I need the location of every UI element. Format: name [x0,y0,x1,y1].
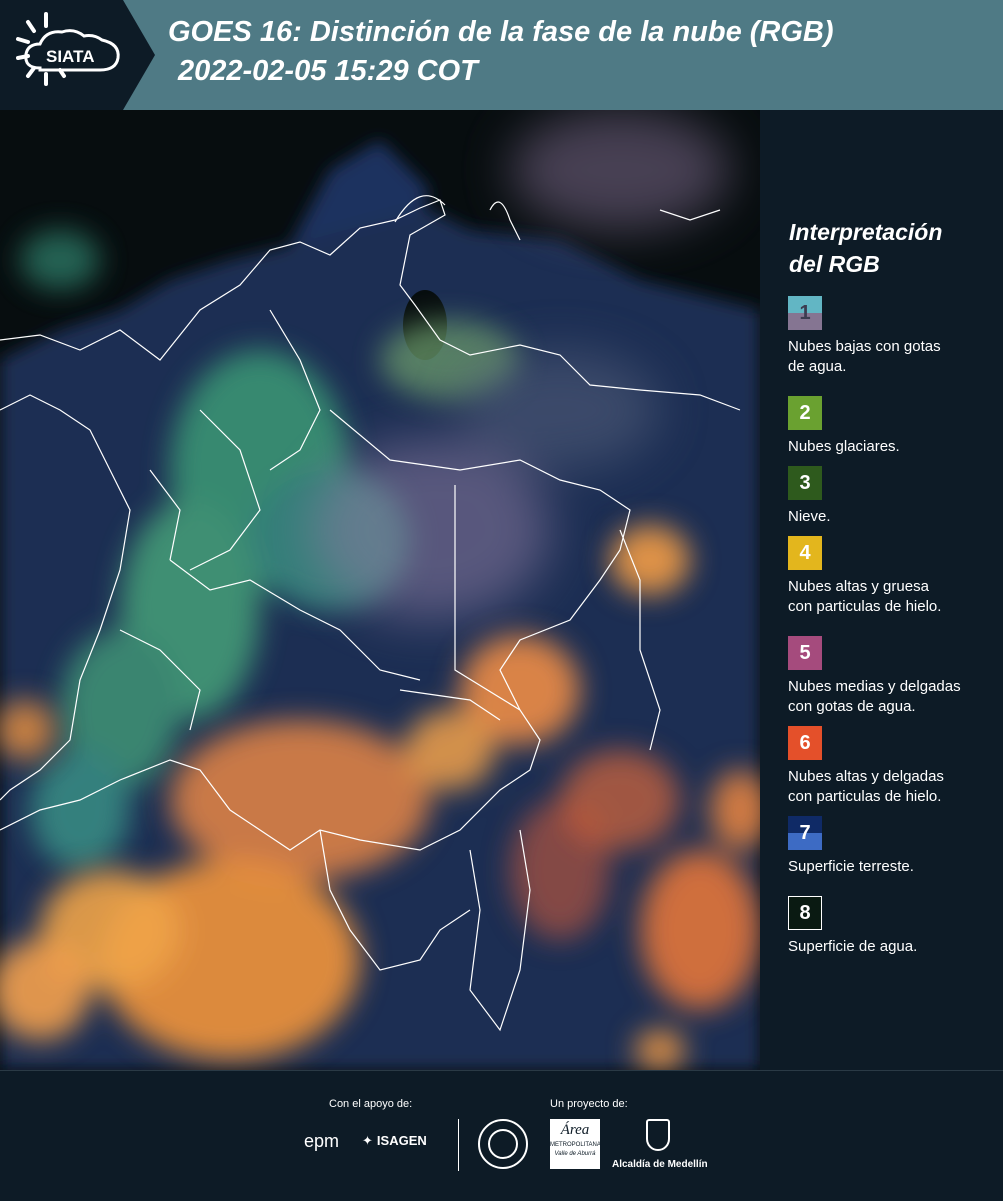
area-logo-line2: METROPOLITANA [550,1142,601,1148]
legend-label-line: Nubes bajas con gotas [788,338,941,355]
legend-item: 5 Nubes medias y delgadas con gotas de agu… [788,636,1002,717]
legend-label: Nubes glaciares. [788,437,1002,457]
legend-label: Superficie de agua. [788,937,1002,957]
legend-label-line: Nubes altas y delgadas [788,768,944,785]
legend-item: 1 Nubes bajas con gotas de agua. [788,296,1002,377]
legend-label: Nubes altas y delgadas con particulas de … [788,767,1002,807]
legend-label-line: Superficie terreste. [788,858,914,875]
alcaldia-shield-icon [646,1119,670,1151]
legend-label-line: con particulas de hielo. [788,788,942,805]
isagen-logo-text: ISAGEN [376,1133,427,1148]
legend-item: 4 Nubes altas y gruesa con particulas de h… [788,536,1002,617]
legend-label-line: con particulas de hielo. [788,598,942,615]
legend-swatch: 8 [788,896,822,930]
footer: Con el apoyo de: Un proyecto de: epm ✦ IS… [0,1070,1003,1201]
legend-number: 3 [799,471,811,494]
legend-label: Superficie terreste. [788,857,1002,877]
legend-item: 8 Superficie de agua. [788,896,1002,957]
legend-number: 8 [799,901,811,924]
legend-label: Nubes bajas con gotas de agua. [788,337,1002,377]
satellite-map [0,110,760,1070]
legend-label-line: Nieve. [788,508,831,525]
legend-number: 1 [799,301,811,324]
legend-title-line2: del RGB [789,251,880,277]
legend-label-line: Superficie de agua. [788,938,918,955]
legend-swatch: 4 [788,536,822,570]
legend-title: Interpretación del RGB [789,216,999,280]
legend-number: 4 [799,541,811,564]
legend-number: 2 [799,401,811,424]
legend-item: 3 Nieve. [788,466,1002,527]
legend-swatch: 3 [788,466,822,500]
siata-logo-text: SIATA [46,47,94,66]
medellin-seal-icon [478,1119,528,1169]
legend-item: 6 Nubes altas y delgadas con particulas de… [788,726,1002,807]
legend-label: Nieve. [788,507,1002,527]
legend-label-line: Nubes glaciares. [788,438,900,455]
legend-number: 5 [799,641,811,664]
epm-logo-text: epm [304,1131,340,1151]
legend-label-line: de agua. [788,358,847,375]
isagen-logo: ✦ ISAGEN [362,1133,427,1149]
legend-number: 6 [799,731,811,754]
project-label: Un proyecto de: [550,1098,628,1110]
footer-divider [458,1119,459,1171]
legend-panel: Interpretación del RGB 1 Nubes bajas con … [760,110,1003,1070]
legend-title-line1: Interpretación [789,219,943,245]
area-metropolitana-logo: Área METROPOLITANA Valle de Aburrá [550,1119,601,1169]
legend-swatch: 5 [788,636,822,670]
alcaldia-label: Alcaldía de Medellín [612,1159,708,1170]
header-bar: SIATA GOES 16: Distinción de la fase de … [0,0,1003,110]
legend-swatch: 1 [788,296,822,330]
legend-number: 7 [799,821,811,844]
legend-swatch: 2 [788,396,822,430]
legend-label-line: con gotas de agua. [788,698,916,715]
legend-label-line: Nubes medias y delgadas [788,678,961,695]
legend-label-line: Nubes altas y gruesa [788,578,929,595]
support-label: Con el apoyo de: [329,1098,413,1110]
page-title: GOES 16: Distinción de la fase de la nub… [168,16,834,48]
legend-item: 7 Superficie terreste. [788,816,1002,877]
legend-item: 2 Nubes glaciares. [788,396,1002,457]
legend-swatch: 7 [788,816,822,850]
area-logo-word: Área [560,1122,590,1138]
legend-label: Nubes medias y delgadas con gotas de agua… [788,677,1002,717]
siata-logo: SIATA [0,0,155,110]
epm-logo: epm [304,1131,339,1152]
legend-swatch: 6 [788,726,822,760]
page-timestamp: 2022-02-05 15:29 COT [178,55,478,87]
isagen-icon: ✦ [362,1133,373,1148]
area-logo-line3: Valle de Aburrá [554,1151,596,1157]
legend-label: Nubes altas y gruesa con particulas de hi… [788,577,1002,617]
